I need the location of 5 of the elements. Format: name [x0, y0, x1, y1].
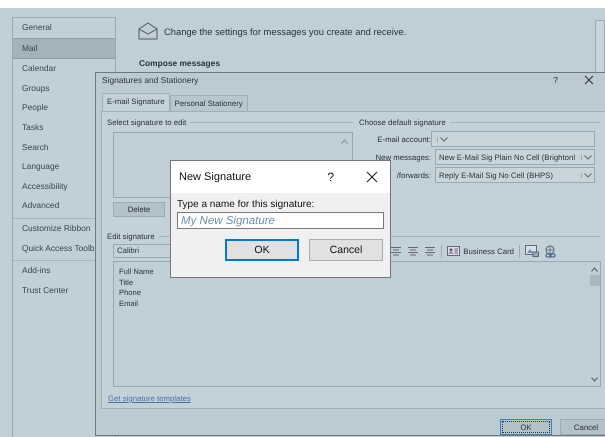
section-heading: Compose messages — [139, 58, 221, 68]
dialog-title: New Signature — [179, 171, 252, 183]
page-description: Change the settings for messages you create and receive. — [164, 26, 406, 36]
dialog-title: Signatures and Stationery — [102, 75, 200, 85]
prompt-label: Type a name for this signature: — [177, 199, 316, 210]
